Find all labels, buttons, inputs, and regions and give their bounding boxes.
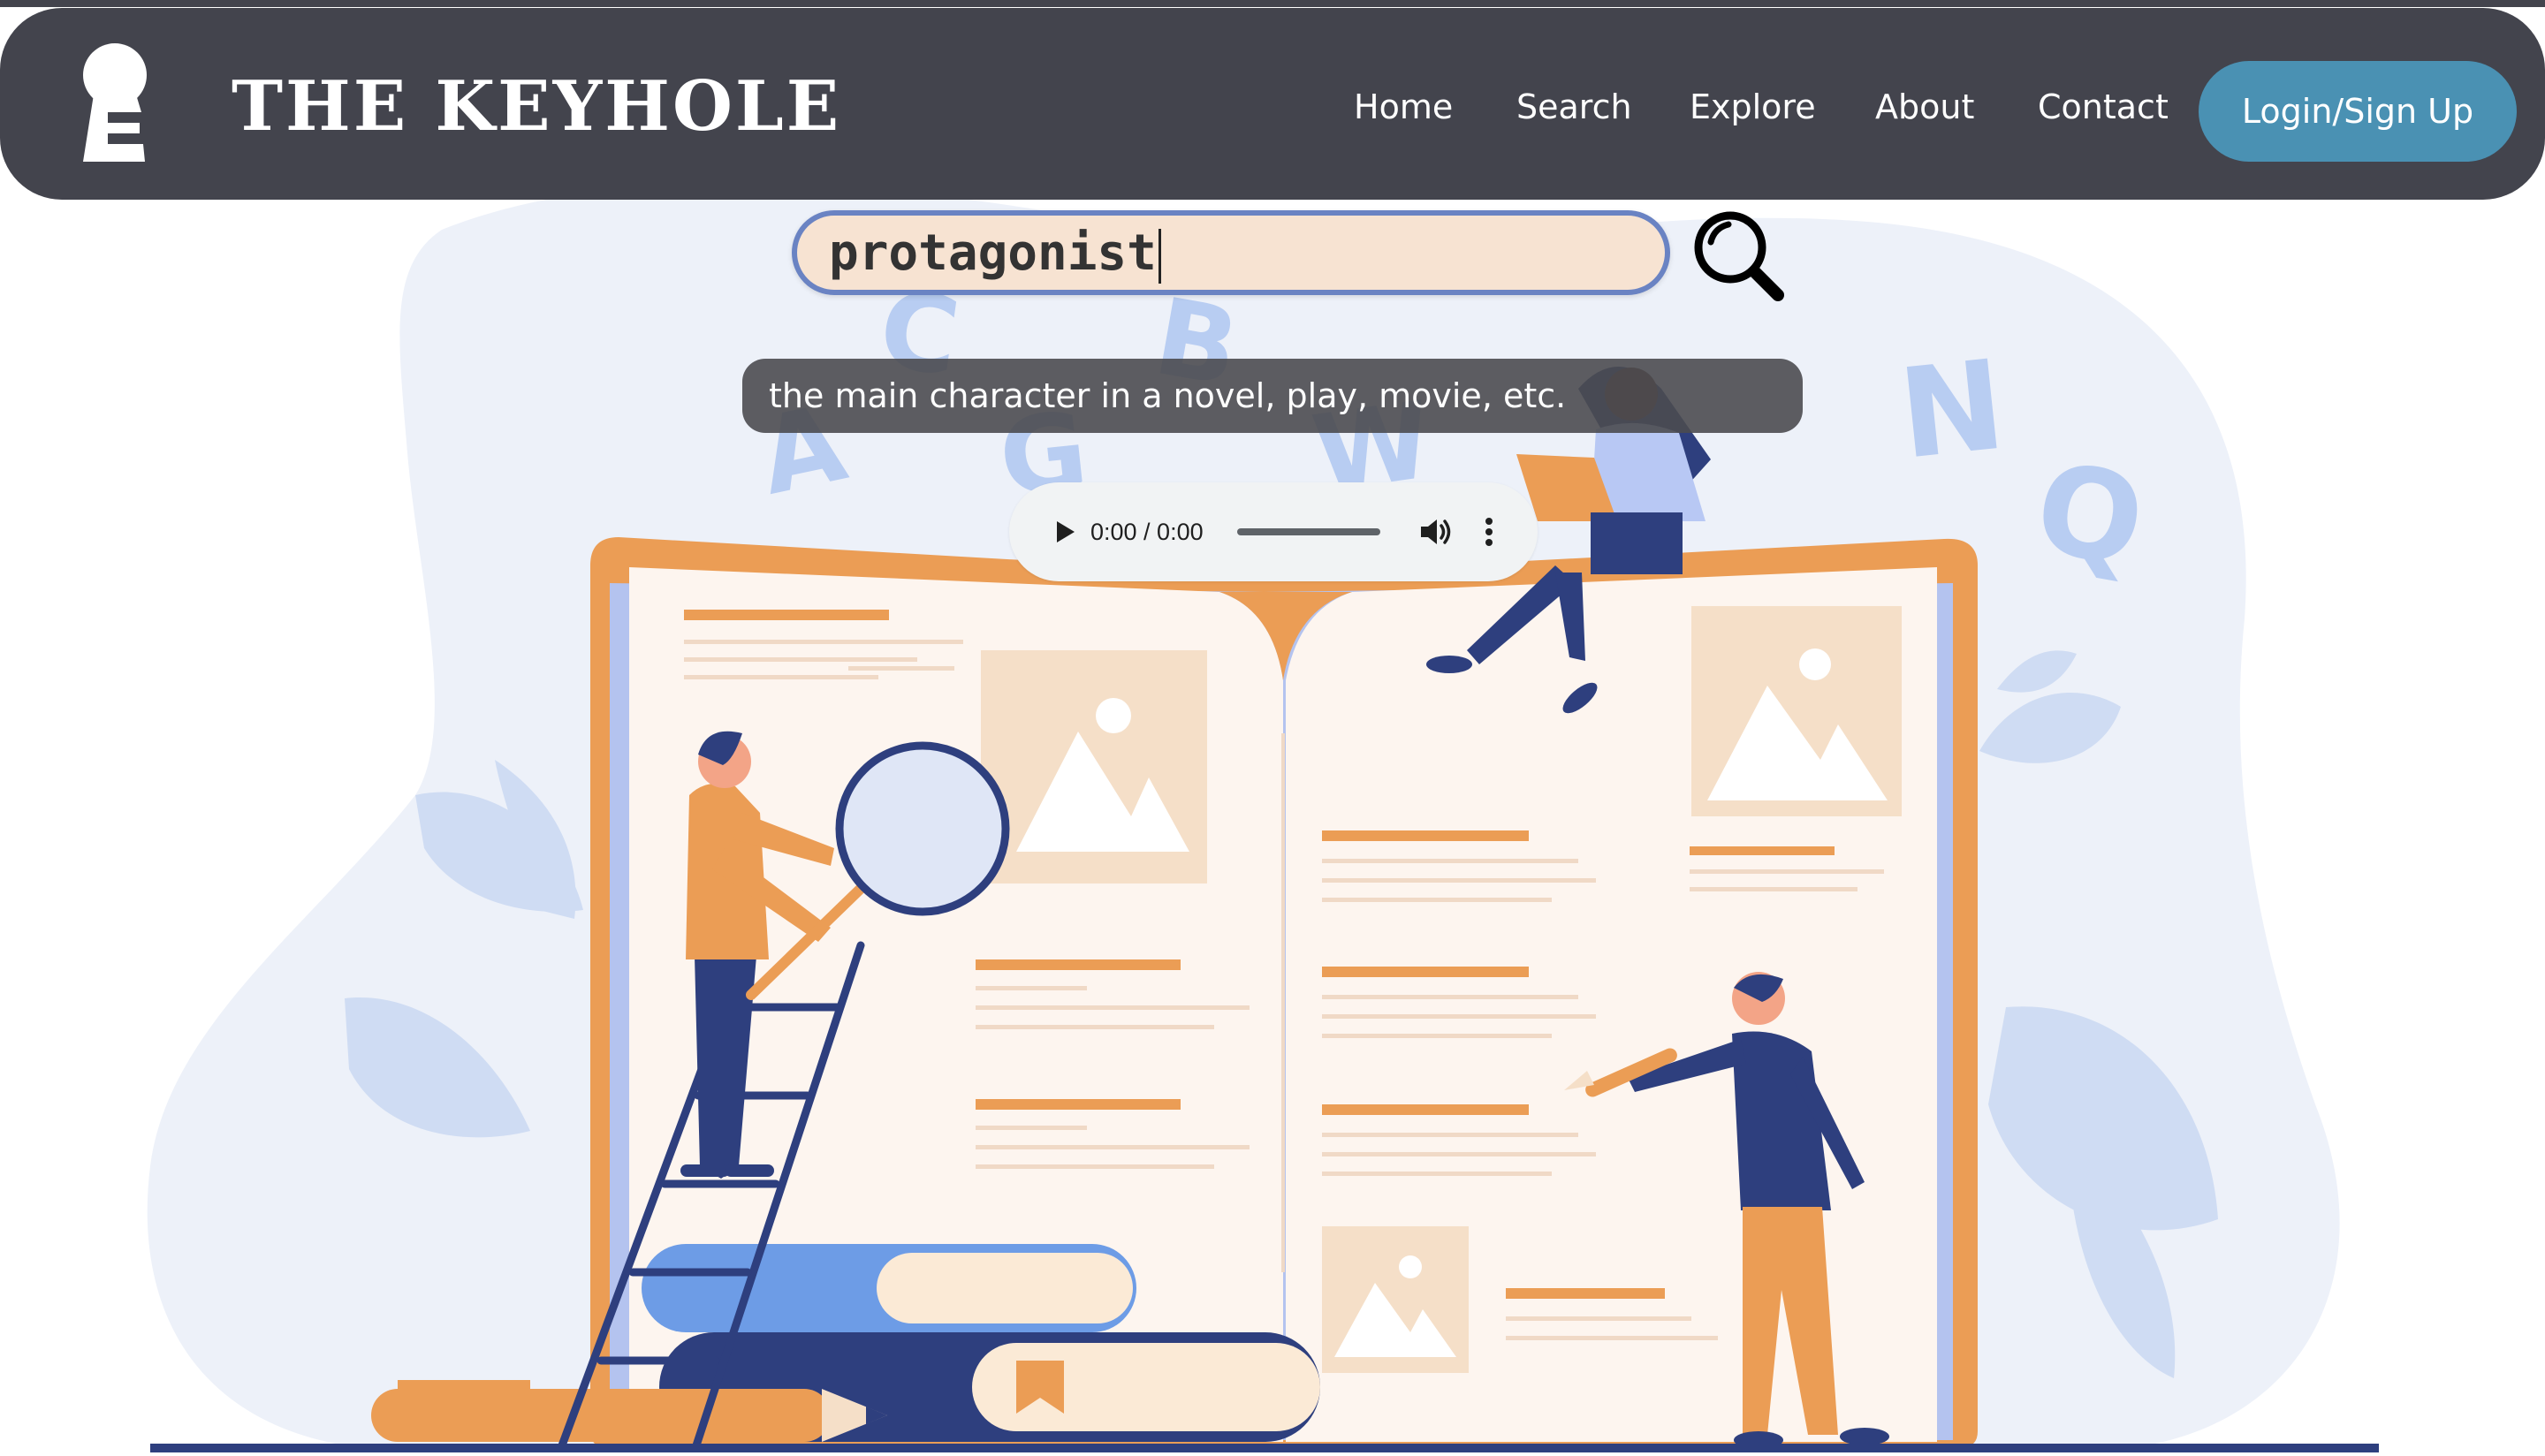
audio-time-display: 0:00 / 0:00: [1090, 519, 1204, 545]
audio-progress-slider[interactable]: [1237, 528, 1380, 535]
nav-contact-link[interactable]: Contact: [2038, 86, 2169, 128]
search-button-magnifier-icon[interactable]: [1688, 205, 1787, 304]
keyhole-logo-icon[interactable]: [74, 42, 156, 172]
nav-search-link[interactable]: Search: [1516, 86, 1632, 128]
search-input[interactable]: protagonist: [792, 210, 1670, 295]
volume-icon[interactable]: [1416, 512, 1455, 551]
search-query: protagonist: [829, 224, 1157, 282]
nav-about-link[interactable]: About: [1875, 86, 1974, 128]
site-title[interactable]: THE KEYHOLE: [232, 63, 841, 151]
letter-n: N: [1893, 333, 2011, 487]
window-top-strip: [0, 0, 2545, 7]
page: A C G B W N Q THE KEYHOLE Home Search Ex…: [0, 0, 2545, 1456]
more-options-icon[interactable]: [1476, 512, 1502, 551]
audio-player: 0:00 / 0:00: [1009, 482, 1538, 581]
nav-explore-link[interactable]: Explore: [1690, 86, 1816, 128]
search-input-text: protagonist: [829, 224, 1161, 284]
nav-home-link[interactable]: Home: [1354, 86, 1453, 128]
text-caret: [1158, 228, 1161, 284]
login-signup-button[interactable]: Login/Sign Up: [2199, 61, 2517, 162]
navbar: THE KEYHOLE Home Search Explore About Co…: [0, 8, 2545, 200]
floor-line: [150, 1444, 2379, 1452]
play-icon[interactable]: [1045, 512, 1083, 551]
definition-tooltip: the main character in a novel, play, mov…: [742, 359, 1803, 433]
